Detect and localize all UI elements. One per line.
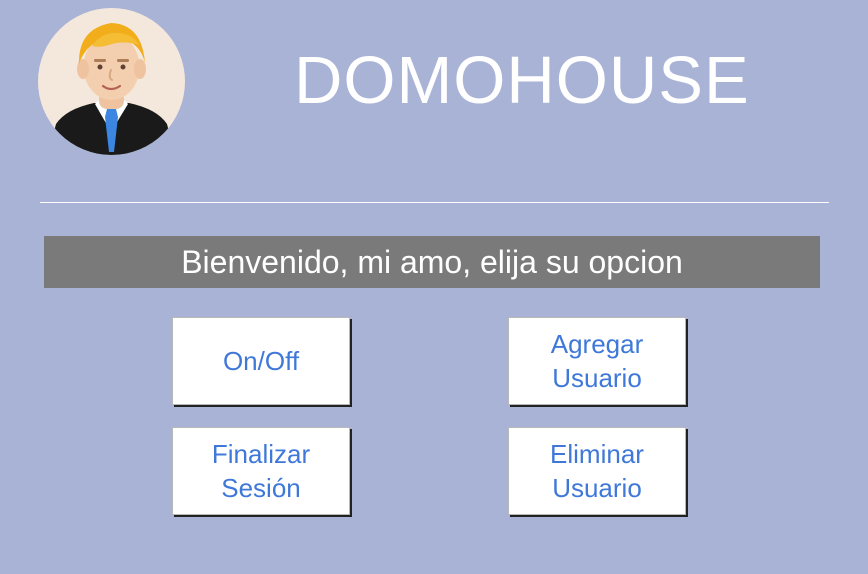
- add-user-button[interactable]: Agregar Usuario: [508, 317, 686, 405]
- delete-user-button[interactable]: Eliminar Usuario: [508, 427, 686, 515]
- delete-user-button-label: Eliminar Usuario: [550, 439, 644, 503]
- on-off-button[interactable]: On/Off: [172, 317, 350, 405]
- app-title: DOMOHOUSE: [294, 43, 750, 118]
- logout-button-label: Finalizar Sesión: [211, 439, 311, 503]
- header-divider: [40, 202, 829, 203]
- add-user-button-label: Agregar Usuario: [550, 329, 644, 393]
- on-off-button-label: On/Off: [222, 346, 300, 376]
- logout-button[interactable]: Finalizar Sesión: [172, 427, 350, 515]
- welcome-banner: Bienvenido, mi amo, elija su opcion: [44, 236, 820, 288]
- user-avatar-icon: [38, 8, 185, 155]
